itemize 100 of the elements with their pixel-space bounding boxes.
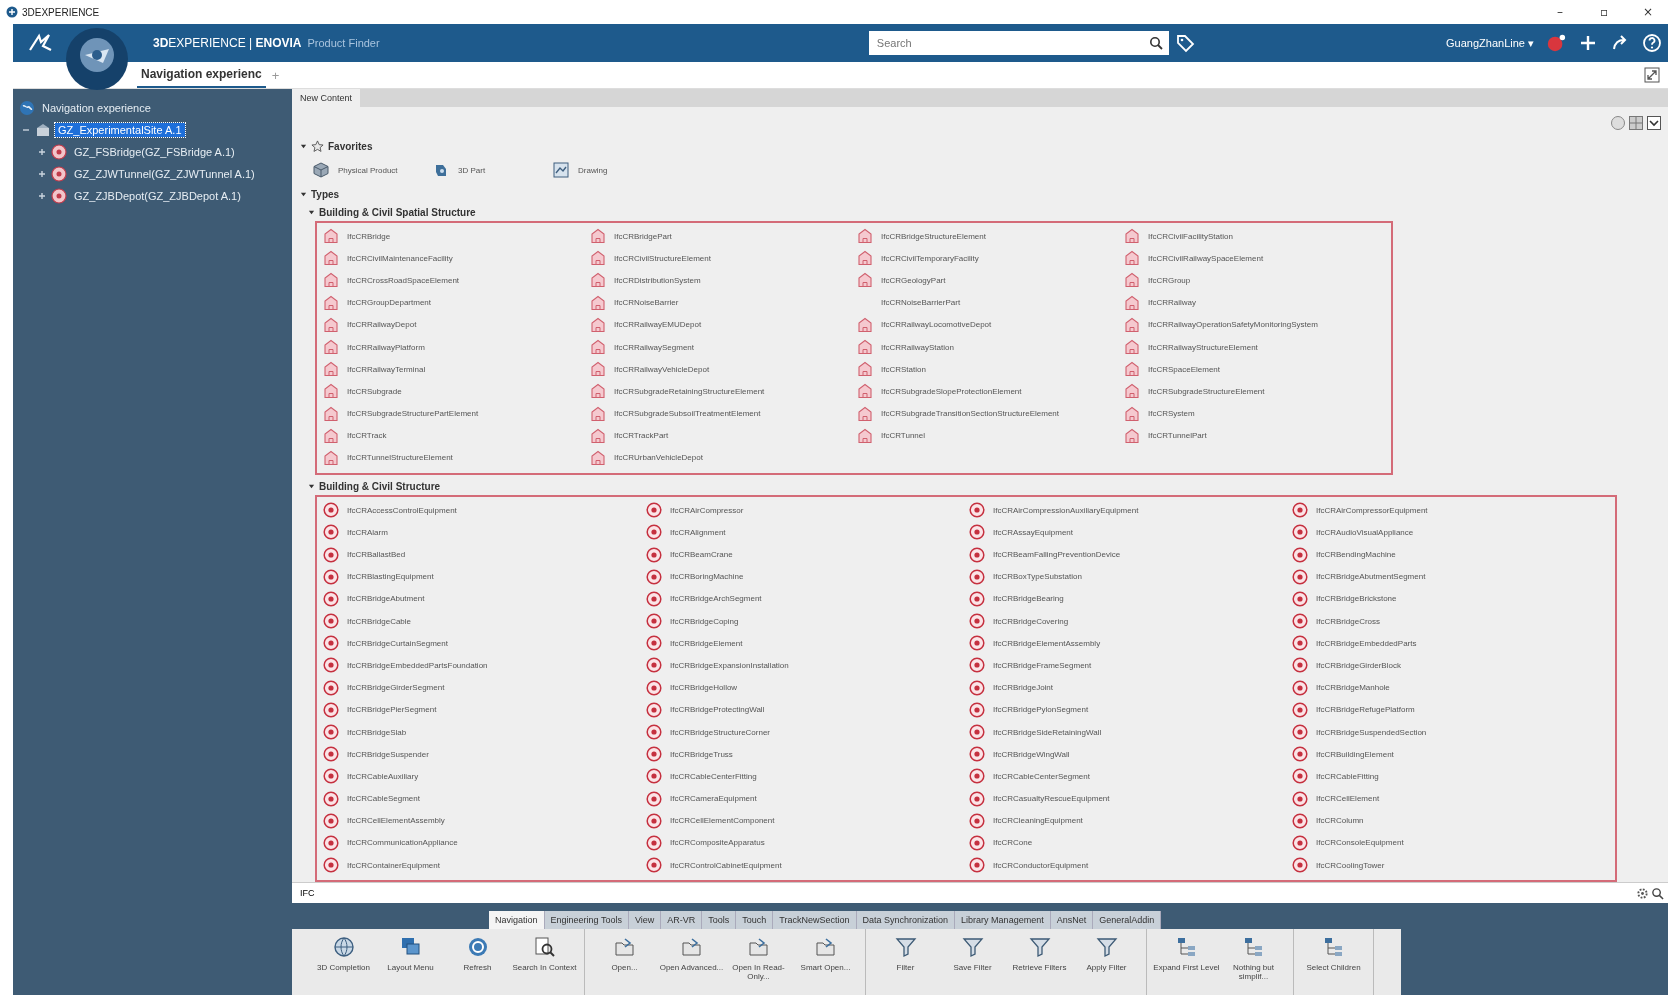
- type-item[interactable]: IfcCRSubgradeStructurePartElement: [347, 409, 479, 419]
- type-item[interactable]: IfcCRBridgeHollow: [670, 683, 738, 693]
- type-item[interactable]: IfcCRTrack: [347, 431, 387, 441]
- type-item[interactable]: IfcCRSubgradeSlopeProtectionElement: [881, 386, 1022, 396]
- type-item[interactable]: IfcCRGeologyPart: [881, 275, 946, 285]
- type-item[interactable]: IfcCRBridgeManhole: [1316, 683, 1390, 693]
- type-item[interactable]: IfcCRCompositeApparatus: [670, 838, 765, 848]
- type-item[interactable]: IfcCRGroup: [1148, 275, 1191, 285]
- window-control[interactable]: –: [1540, 5, 1580, 19]
- type-item[interactable]: IfcCRRailwaySegment: [614, 342, 695, 352]
- type-item[interactable]: IfcCRSubgradeTransitionSectionStructureElement: [881, 409, 1059, 419]
- type-item[interactable]: IfcCRDistributionSystem: [614, 275, 701, 285]
- type-item[interactable]: IfcCRCivilRailwaySpaceElement: [1148, 253, 1264, 263]
- collapse-toggle[interactable]: [308, 482, 315, 490]
- type-item[interactable]: IfcCRBridgeBrickstone: [1316, 594, 1397, 604]
- collapse-toggle[interactable]: [300, 142, 307, 150]
- type-item[interactable]: IfcCRBridgeGirderSegment: [347, 683, 445, 693]
- notification-icon[interactable]: [1546, 33, 1566, 53]
- type-item[interactable]: IfcCRCableFitting: [1316, 771, 1379, 781]
- ribbon-button[interactable]: Open In Read-Only...: [725, 929, 792, 995]
- ribbon-button[interactable]: Retrieve Filters: [1006, 929, 1073, 995]
- settings-icon[interactable]: [1636, 886, 1649, 900]
- type-item[interactable]: IfcCRBridgeEmbeddedPartsFoundation: [347, 660, 488, 670]
- type-item[interactable]: IfcCRAccessControlEquipment: [347, 505, 457, 515]
- type-item[interactable]: IfcCRSubgradeStructureElement: [1148, 386, 1265, 396]
- type-item[interactable]: IfcCRCellElement: [1316, 794, 1380, 804]
- type-item[interactable]: IfcCRRailwayPlatform: [347, 342, 425, 352]
- type-item[interactable]: IfcCRBridgePierSegment: [347, 705, 437, 715]
- type-item[interactable]: IfcCRSubgrade: [347, 386, 402, 396]
- filter-bar[interactable]: IFC: [292, 882, 1668, 903]
- type-item[interactable]: IfcCRRailwayVehicleDepot: [614, 364, 710, 374]
- ribbon-tab[interactable]: Navigation: [489, 911, 545, 929]
- type-item[interactable]: IfcCRUrbanVehicleDepot: [614, 453, 703, 463]
- type-item[interactable]: IfcCRCommunicationAppliance: [347, 838, 458, 848]
- search-field[interactable]: Search: [868, 31, 1169, 55]
- type-item[interactable]: IfcCRBridgeGirderBlock: [1316, 660, 1401, 670]
- type-item[interactable]: IfcCRAirCompressorEquipment: [1316, 505, 1428, 515]
- type-item[interactable]: IfcCRBridgeTruss: [670, 749, 733, 759]
- type-item[interactable]: IfcCRAlarm: [347, 527, 388, 537]
- collapse-toggle[interactable]: [308, 208, 315, 216]
- type-item[interactable]: IfcCRColumn: [1316, 816, 1364, 826]
- type-item[interactable]: IfcCRBridgeJoint: [993, 683, 1054, 693]
- ribbon-button[interactable]: Filter: [872, 929, 939, 995]
- type-item[interactable]: IfcCRBridgeSuspender: [347, 749, 429, 759]
- user-menu[interactable]: GuangZhanLine ▾: [1440, 36, 1540, 50]
- type-item[interactable]: IfcCRAirCompressionAuxiliaryEquipment: [993, 505, 1139, 515]
- type-item[interactable]: IfcCRBridgeSlab: [347, 727, 407, 737]
- ribbon-button[interactable]: 3D Completion: [310, 929, 377, 995]
- type-item[interactable]: IfcCRRailwayDepot: [347, 320, 417, 330]
- type-item[interactable]: IfcCRBridgeStructureCorner: [670, 727, 771, 737]
- ribbon-button[interactable]: Layout Menu: [377, 929, 444, 995]
- type-item[interactable]: IfcCRNoiseBarrier: [614, 298, 679, 308]
- expander-icon[interactable]: [37, 191, 47, 201]
- type-item[interactable]: IfcCRBridgePylonSegment: [993, 705, 1089, 715]
- type-item[interactable]: IfcCRGroupDepartment: [347, 298, 432, 308]
- type-item[interactable]: IfcCRBridgeStructureElement: [881, 231, 986, 241]
- type-item[interactable]: IfcCRRailwayStructureElement: [1148, 342, 1258, 352]
- type-item[interactable]: IfcCRCivilFacilityStation: [1148, 231, 1233, 241]
- favorite-item[interactable]: 3D Part: [458, 165, 486, 175]
- type-item[interactable]: IfcCRRailwayTerminal: [347, 364, 426, 374]
- type-item[interactable]: IfcCRCoolingTower: [1316, 860, 1385, 870]
- favorite-item[interactable]: Physical Product: [338, 165, 398, 175]
- type-item[interactable]: IfcCRRailway: [1148, 298, 1196, 308]
- type-item[interactable]: IfcCRBridgeExpansionInstallation: [670, 660, 789, 670]
- type-item[interactable]: IfcCRTunnelStructureElement: [347, 453, 453, 463]
- type-item[interactable]: IfcCRConsoleEquipment: [1316, 838, 1404, 848]
- maximize-icon[interactable]: [1644, 67, 1660, 83]
- type-item[interactable]: IfcCRBridgeCross: [1316, 616, 1380, 626]
- type-item[interactable]: IfcCRBridgeRefugePlatform: [1316, 705, 1415, 715]
- ribbon-button[interactable]: Select Children: [1300, 929, 1367, 995]
- ribbon-button[interactable]: Save Filter: [939, 929, 1006, 995]
- type-item[interactable]: IfcCRCivilTemporaryFacility: [881, 253, 979, 263]
- type-item[interactable]: IfcCRCableCenterSegment: [993, 771, 1090, 781]
- type-item[interactable]: IfcCRBridgeBearing: [993, 594, 1064, 604]
- type-item[interactable]: IfcCRAirCompressor: [670, 505, 744, 515]
- type-item[interactable]: IfcCRCleaningEquipment: [993, 816, 1083, 826]
- type-item[interactable]: IfcCRTunnelPart: [1148, 431, 1207, 441]
- ribbon-button[interactable]: Search In Context: [511, 929, 578, 995]
- type-item[interactable]: IfcCRAlignment: [670, 527, 726, 537]
- type-item[interactable]: IfcCRBoringMachine: [670, 572, 744, 582]
- type-item[interactable]: IfcCRRailwayEMUDepot: [614, 320, 702, 330]
- type-item[interactable]: IfcCRSubgradeRetainingStructureElement: [614, 386, 765, 396]
- type-item[interactable]: IfcCRConductorEquipment: [993, 860, 1089, 870]
- type-item[interactable]: IfcCRCellElementComponent: [670, 816, 775, 826]
- ribbon-button[interactable]: Smart Open...: [792, 929, 859, 995]
- collapse-toggle[interactable]: [300, 190, 307, 198]
- favorite-item[interactable]: Drawing: [578, 165, 608, 175]
- window-control[interactable]: ×: [1628, 5, 1668, 19]
- type-item[interactable]: IfcCRAudioVisualAppliance: [1316, 527, 1414, 537]
- tree-item[interactable]: Navigation experience: [39, 101, 154, 115]
- type-item[interactable]: IfcCRAssayEquipment: [993, 527, 1074, 537]
- tree-item[interactable]: GZ_ZJBDepot(GZ_ZJBDepot A.1): [71, 189, 244, 203]
- type-item[interactable]: IfcCRBendingMachine: [1316, 550, 1396, 560]
- content-tab[interactable]: New Content: [292, 89, 361, 107]
- type-item[interactable]: IfcCRBeamCrane: [670, 550, 733, 560]
- help-icon[interactable]: [1642, 33, 1662, 53]
- ribbon-button[interactable]: Open Advanced...: [658, 929, 725, 995]
- type-item[interactable]: IfcCRBridgeProtectingWall: [670, 705, 765, 715]
- type-item[interactable]: IfcCRRailwayLocomotiveDepot: [881, 320, 992, 330]
- type-item[interactable]: IfcCRBridgeCable: [347, 616, 412, 626]
